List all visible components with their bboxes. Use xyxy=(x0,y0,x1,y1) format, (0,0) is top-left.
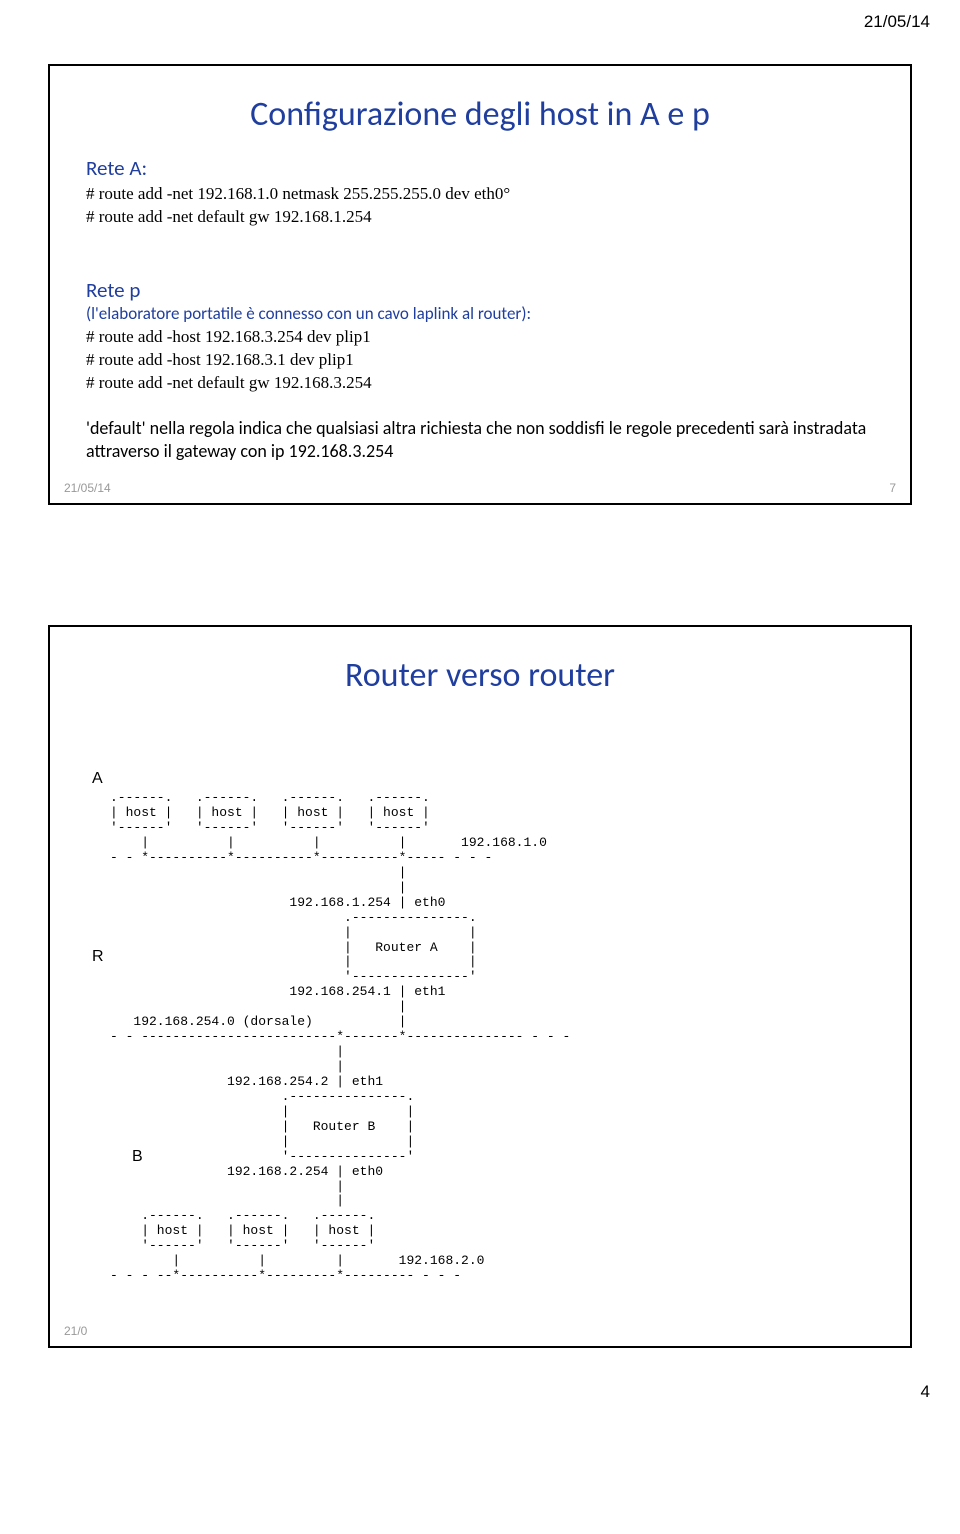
slide1-footer: 21/05/14 7 xyxy=(50,475,910,503)
page-date: 21/05/14 xyxy=(0,0,960,44)
slide1-footer-num: 7 xyxy=(889,481,896,495)
slide2-footer: 21/0 xyxy=(50,1318,910,1346)
slide1-title: Configurazione degli host in A e p xyxy=(86,94,874,135)
slide-1: Configurazione degli host in A e p Rete … xyxy=(48,64,912,505)
rete-p-line2: # route add -host 192.168.3.1 dev plip1 xyxy=(86,349,874,372)
rete-p-line1: # route add -host 192.168.3.254 dev plip… xyxy=(86,326,874,349)
ascii-diagram-wrap: A R B .------. .------. .------. .------… xyxy=(86,716,874,1314)
rete-a-line2: # route add -net default gw 192.168.1.25… xyxy=(86,206,874,229)
slide1-footer-date: 21/05/14 xyxy=(64,481,111,495)
slide2-footer-date: 21/0 xyxy=(64,1324,87,1338)
marker-b: B xyxy=(132,1148,143,1166)
rete-a-label: Rete A: xyxy=(86,155,874,181)
slide-2: Router verso router A R B .------. .----… xyxy=(48,625,912,1348)
rete-p-sublabel: (l'elaboratore portatile è connesso con … xyxy=(86,303,874,324)
slide1-note: 'default' nella regola indica che qualsi… xyxy=(86,417,874,464)
page-number: 4 xyxy=(0,1368,960,1430)
rete-a-line1: # route add -net 192.168.1.0 netmask 255… xyxy=(86,183,874,206)
rete-p-label: Rete p xyxy=(86,277,874,303)
marker-a: A xyxy=(92,770,103,788)
ascii-diagram: .------. .------. .------. .------. | ho… xyxy=(110,791,874,1284)
marker-r: R xyxy=(92,948,104,966)
slide2-title: Router verso router xyxy=(86,655,874,696)
rete-p-line3: # route add -net default gw 192.168.3.25… xyxy=(86,372,874,395)
